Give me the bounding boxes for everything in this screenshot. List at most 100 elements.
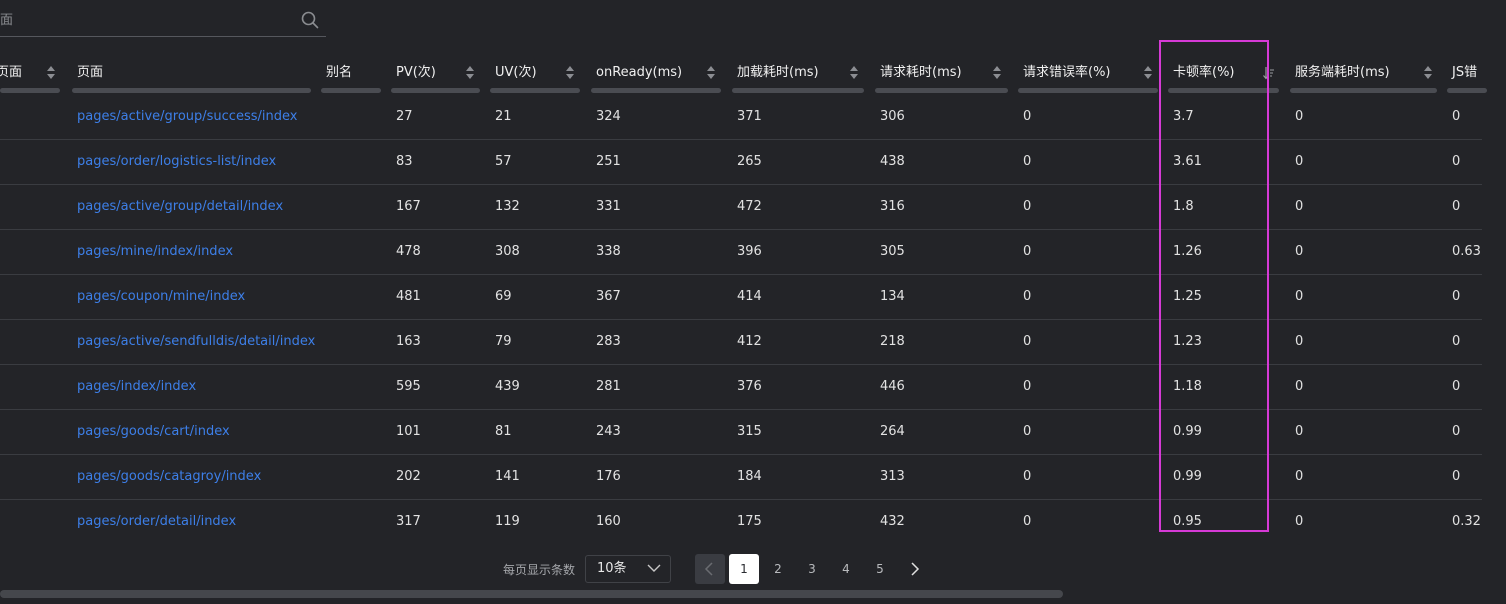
table-cell-uv: 439	[495, 379, 520, 394]
column-resize-bar[interactable]	[490, 88, 580, 93]
table-cell-server: 0	[1295, 244, 1304, 259]
page-link[interactable]: pages/active/group/success/index	[77, 107, 297, 127]
page-link[interactable]: pages/active/group/detail/index	[77, 197, 283, 217]
table-cell-js-error: 0	[1452, 109, 1461, 124]
table-cell-pv: 27	[396, 109, 413, 124]
table-cell-load: 376	[737, 379, 762, 394]
table-cell-js-error: 0	[1452, 379, 1461, 394]
column-header-uv[interactable]: UV(次)	[495, 63, 537, 83]
table-cell-uv: 69	[495, 289, 512, 304]
column-resize-bar[interactable]	[875, 88, 1008, 93]
page-button-2[interactable]: 2	[763, 554, 793, 584]
page-link[interactable]: pages/active/sendfulldis/detail/index	[77, 332, 315, 352]
sort-icon[interactable]	[566, 66, 576, 80]
table-cell-request-error-rate: 0	[1023, 334, 1032, 349]
next-page-button[interactable]	[899, 554, 929, 584]
column-resize-bar[interactable]	[591, 88, 721, 93]
table-cell-js-error: 0	[1452, 154, 1461, 169]
table-cell-pv: 202	[396, 469, 421, 484]
column-resize-bar[interactable]	[1290, 88, 1437, 93]
table-cell-server: 0	[1295, 334, 1304, 349]
table-cell-load: 184	[737, 469, 762, 484]
table-cell-pv: 595	[396, 379, 421, 394]
sort-icon[interactable]	[47, 66, 57, 80]
table-cell-request: 264	[880, 424, 905, 439]
column-resize-bar[interactable]	[321, 88, 381, 93]
column-header-server[interactable]: 服务端耗时(ms)	[1295, 63, 1390, 83]
table-cell-uv: 141	[495, 469, 520, 484]
column-resize-bar[interactable]	[1447, 88, 1487, 93]
table-cell-server: 0	[1295, 469, 1304, 484]
column-header-onready[interactable]: onReady(ms)	[596, 63, 682, 83]
table-cell-request-error-rate: 0	[1023, 109, 1032, 124]
page-link[interactable]: pages/order/detail/index	[77, 512, 236, 532]
page-link[interactable]: pages/goods/catagroy/index	[77, 467, 261, 487]
page-link[interactable]: pages/order/logistics-list/index	[77, 152, 276, 172]
column-resize-bar[interactable]	[0, 88, 60, 93]
table-cell-uv: 81	[495, 424, 512, 439]
sort-icon[interactable]	[466, 66, 476, 80]
prev-page-button[interactable]	[695, 554, 725, 584]
table-cell-server: 0	[1295, 109, 1304, 124]
table-cell-js-error: 0	[1452, 424, 1461, 439]
table-cell-load: 472	[737, 199, 762, 214]
column-resize-bar[interactable]	[72, 88, 311, 93]
table-cell-js-error: 0	[1452, 334, 1461, 349]
page-button-3[interactable]: 3	[797, 554, 827, 584]
table-cell-js-error: 0.32	[1452, 514, 1481, 529]
search-bar	[0, 4, 326, 37]
table-cell-request: 313	[880, 469, 905, 484]
column-header-alias[interactable]: 别名	[326, 63, 352, 83]
sort-icon[interactable]	[707, 66, 717, 80]
horizontal-scrollbar[interactable]	[0, 590, 1063, 598]
page-button-4[interactable]: 4	[831, 554, 861, 584]
table-cell-load: 315	[737, 424, 762, 439]
page-link[interactable]: pages/mine/index/index	[77, 242, 233, 262]
table-cell-pv: 317	[396, 514, 421, 529]
page-link[interactable]: pages/index/index	[77, 377, 196, 397]
page-link[interactable]: pages/goods/cart/index	[77, 422, 230, 442]
sort-icon[interactable]	[1424, 66, 1434, 80]
table-cell-onready: 338	[596, 244, 621, 259]
table-cell-onready: 283	[596, 334, 621, 349]
column-header-page-left[interactable]: 页面	[0, 63, 22, 83]
table-cell-load: 396	[737, 244, 762, 259]
table-cell-onready: 176	[596, 469, 621, 484]
table-cell-pv: 83	[396, 154, 413, 169]
table-cell-request-error-rate: 0	[1023, 469, 1032, 484]
column-header-pv[interactable]: PV(次)	[396, 63, 436, 83]
sort-icon[interactable]	[993, 66, 1003, 80]
table-cell-request: 446	[880, 379, 905, 394]
column-header-page[interactable]: 页面	[77, 63, 103, 83]
table-cell-uv: 132	[495, 199, 520, 214]
table-cell-onready: 281	[596, 379, 621, 394]
page-size-label: 每页显示条数	[503, 563, 576, 577]
table-cell-server: 0	[1295, 514, 1304, 529]
table-cell-js-error: 0	[1452, 199, 1461, 214]
table-cell-onready: 160	[596, 514, 621, 529]
table-cell-uv: 57	[495, 154, 512, 169]
search-input[interactable]	[0, 8, 290, 32]
page-button-5[interactable]: 5	[865, 554, 895, 584]
table-cell-uv: 119	[495, 514, 520, 529]
sort-icon[interactable]	[1144, 66, 1154, 80]
column-header-js-error[interactable]: JS错	[1452, 63, 1477, 83]
column-header-load[interactable]: 加载耗时(ms)	[737, 63, 819, 83]
table-cell-load: 265	[737, 154, 762, 169]
page-button-1[interactable]: 1	[729, 554, 759, 584]
column-header-request-error-rate[interactable]: 请求错误率(%)	[1023, 63, 1111, 83]
column-header-request[interactable]: 请求耗时(ms)	[880, 63, 962, 83]
table-cell-server: 0	[1295, 289, 1304, 304]
search-icon[interactable]	[301, 11, 319, 29]
column-resize-bar[interactable]	[732, 88, 864, 93]
page-size-select[interactable]: 10条	[585, 555, 671, 583]
page-link[interactable]: pages/coupon/mine/index	[77, 287, 245, 307]
table-cell-uv: 79	[495, 334, 512, 349]
sort-icon[interactable]	[850, 66, 860, 80]
chevron-right-icon	[911, 562, 920, 576]
table-cell-request-error-rate: 0	[1023, 289, 1032, 304]
column-resize-bar[interactable]	[391, 88, 480, 93]
table-cell-load: 175	[737, 514, 762, 529]
table-cell-server: 0	[1295, 199, 1304, 214]
column-resize-bar[interactable]	[1018, 88, 1158, 93]
